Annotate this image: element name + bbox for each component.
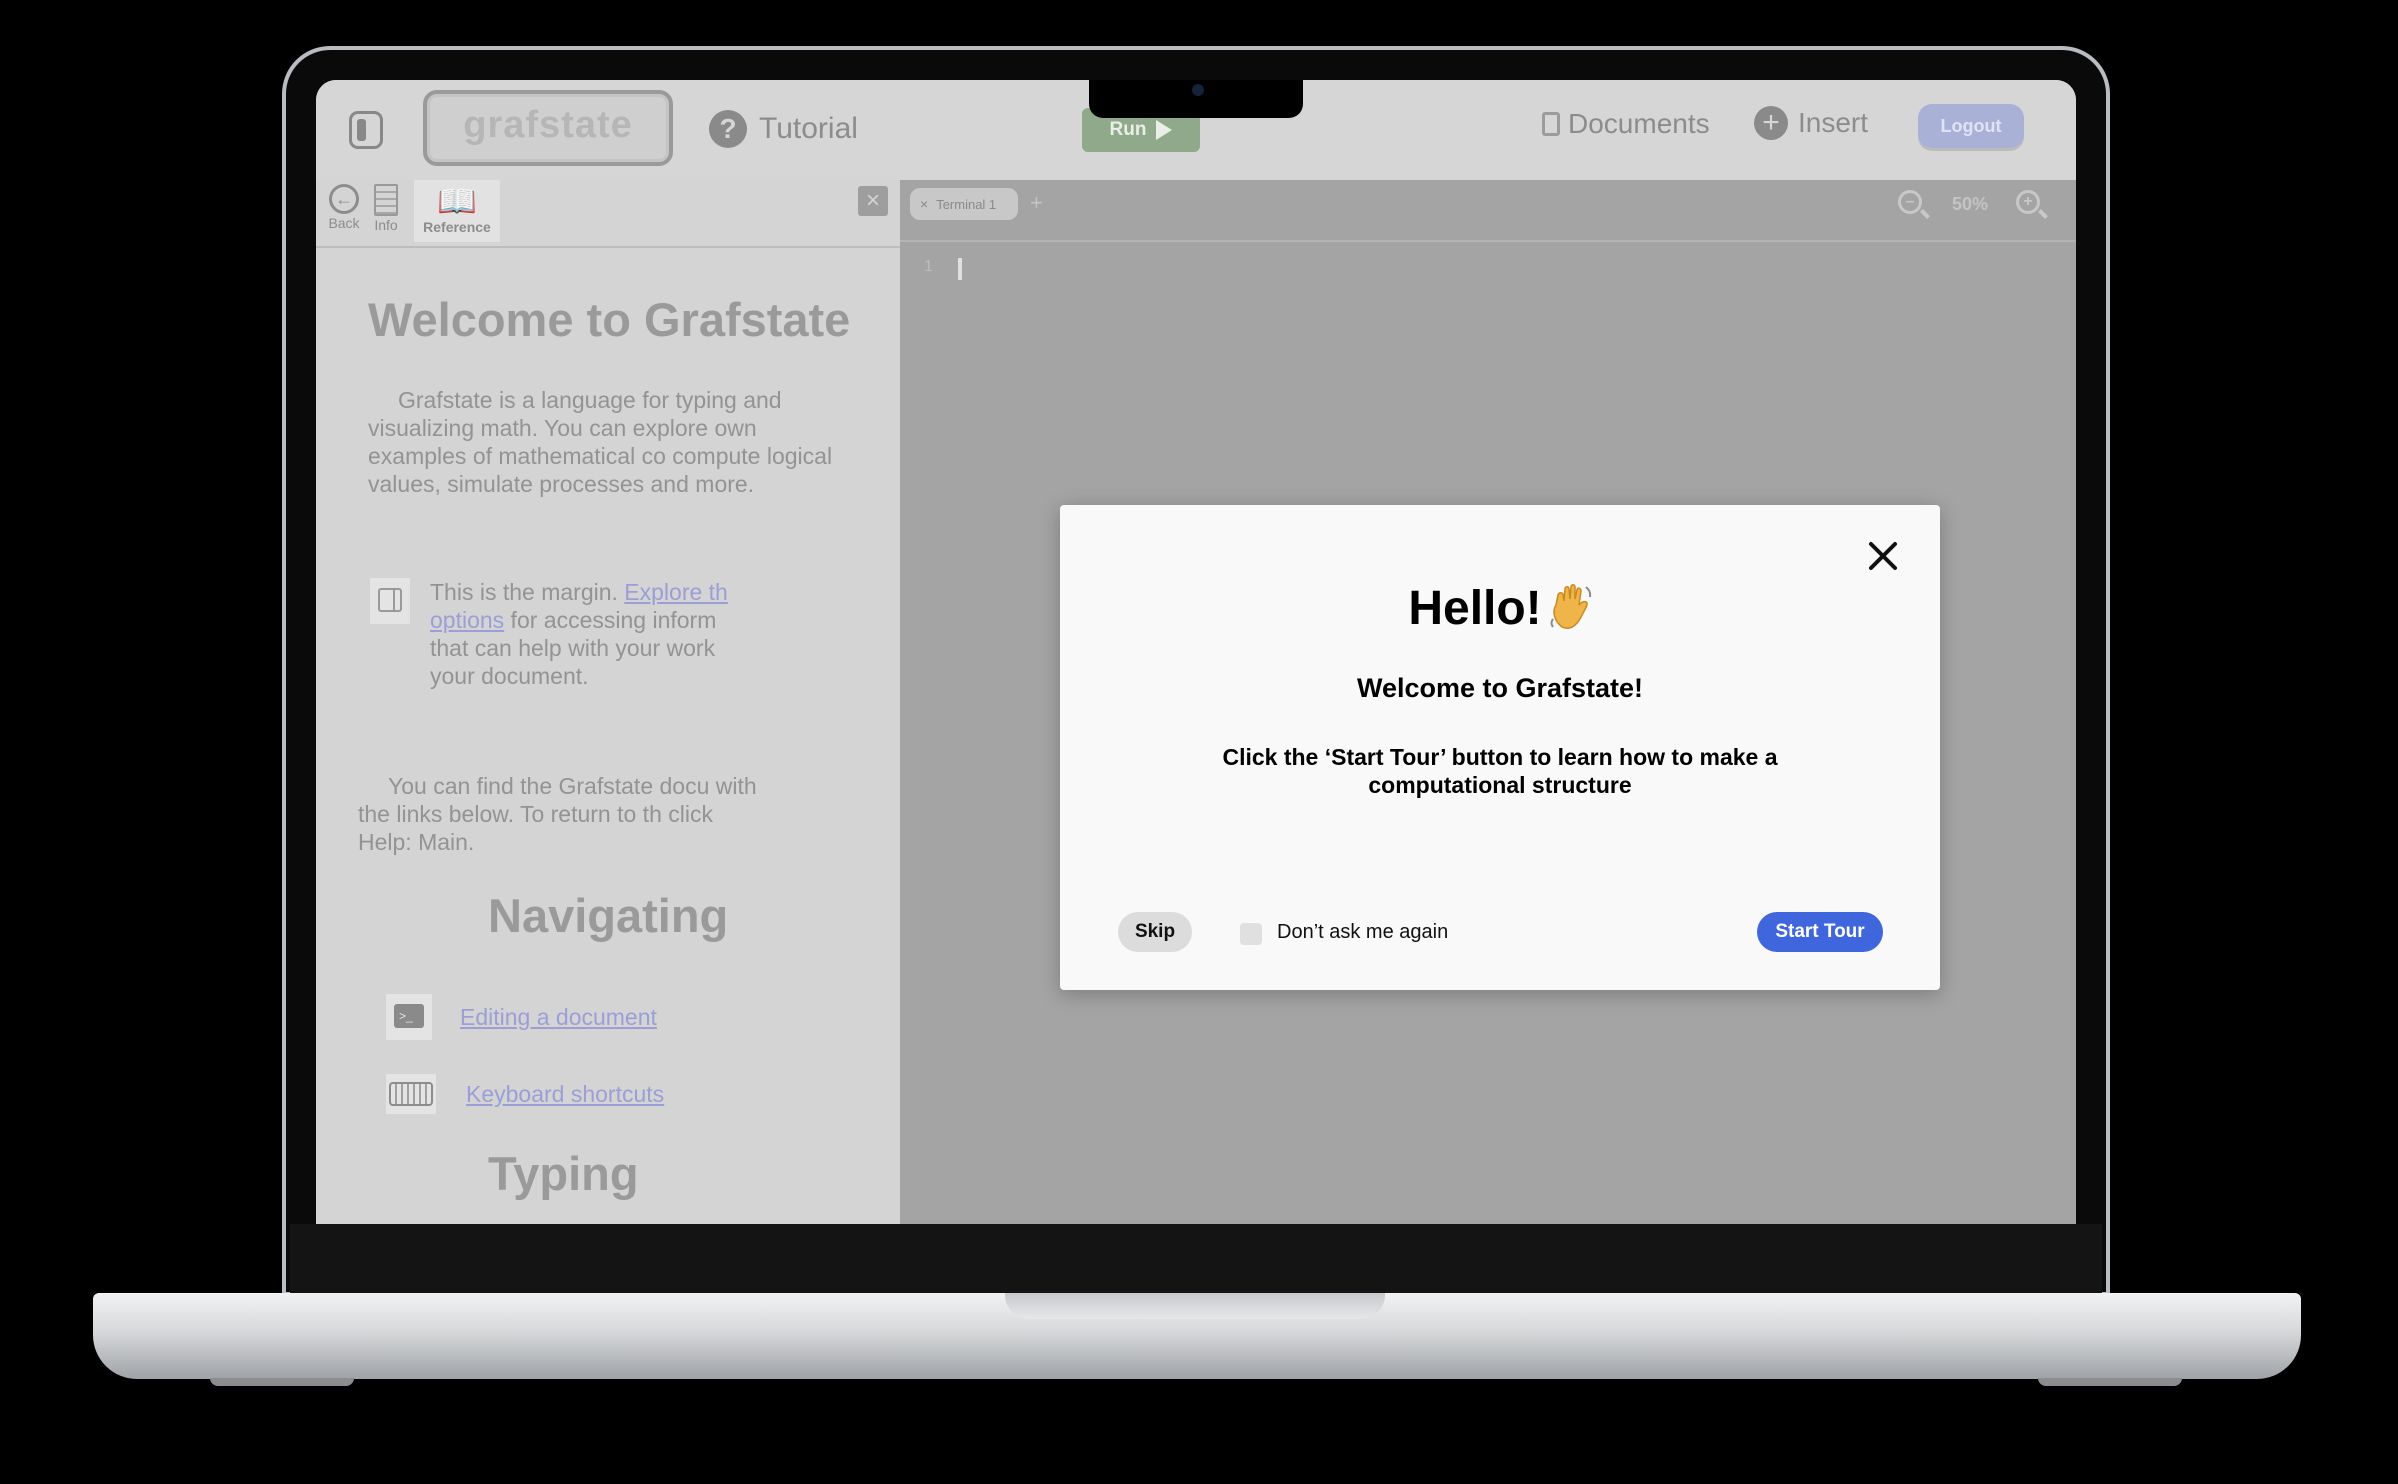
tutorial-label: Tutorial — [759, 112, 858, 145]
dialog-subtitle: Welcome to Grafstate! — [1356, 673, 1644, 703]
keyboard-shortcuts-link[interactable]: Keyboard shortcuts — [386, 1074, 664, 1114]
text-cursor — [958, 258, 962, 280]
laptop-foot — [210, 1378, 354, 1386]
tab-terminal-1[interactable]: × Terminal 1 — [910, 188, 1018, 220]
margin-icon — [370, 578, 410, 624]
editing-document-link[interactable]: >_ Editing a document — [386, 994, 657, 1040]
laptop-hinge — [1005, 1293, 1385, 1319]
tab-close-icon[interactable]: × — [920, 196, 928, 212]
close-icon[interactable]: × — [858, 186, 888, 216]
add-tab-button[interactable]: + — [1030, 190, 1043, 216]
zoom-out-button[interactable]: – — [1898, 190, 1922, 214]
back-label: Back — [328, 215, 360, 231]
laptop-foot — [2038, 1378, 2182, 1386]
sidebar-toggle-icon[interactable] — [349, 111, 383, 149]
wave-icon — [1550, 584, 1592, 629]
dont-ask-checkbox[interactable] — [1240, 923, 1262, 945]
info-button[interactable]: Info — [368, 184, 404, 233]
zoom-in-button[interactable]: + — [2016, 190, 2040, 214]
help-paragraph: You can find the Grafstate docu with the… — [358, 773, 757, 855]
laptop-chin — [290, 1224, 2102, 1294]
dont-ask-label[interactable]: Don’t ask me again — [1277, 921, 1448, 944]
help-icon: ? — [709, 110, 747, 148]
dialog-title: Hello! — [1060, 581, 1940, 636]
tab-label: Terminal 1 — [936, 196, 997, 212]
explore-link[interactable]: Explore th — [624, 579, 728, 605]
run-label: Run — [1109, 119, 1147, 140]
options-link[interactable]: options — [430, 607, 504, 633]
intro-paragraph: Grafstate is a language for typing and v… — [368, 387, 833, 497]
keyboard-shortcuts-label: Keyboard shortcuts — [466, 1080, 665, 1107]
documents-button[interactable]: Documents — [1542, 108, 1710, 140]
panel-content: Welcome to Grafstate Grafstate is a lang… — [316, 248, 900, 1224]
logo-text: grafstate — [463, 104, 633, 146]
margin-text: This is the margin. — [430, 579, 625, 605]
typing-heading: Typing — [488, 1147, 639, 1200]
screen: grafstate ? Tutorial Run Documents + Ins… — [316, 80, 2076, 1224]
close-icon[interactable] — [1864, 537, 1902, 575]
reference-label: Reference — [423, 219, 491, 235]
info-label: Info — [374, 217, 398, 233]
documents-label: Documents — [1568, 108, 1710, 139]
logout-button[interactable]: Logout — [1918, 104, 2024, 148]
skip-button[interactable]: Skip — [1118, 912, 1192, 952]
camera-icon — [1192, 84, 1204, 96]
reference-panel: ← Back Info 📖 Reference × Welcome to Gra… — [316, 180, 900, 1224]
dialog-title-text: Hello! — [1408, 582, 1542, 635]
panel-toolbar: ← Back Info 📖 Reference × — [316, 180, 900, 248]
editor-tab-bar: × Terminal 1 + – 50% + — [900, 180, 2076, 242]
welcome-heading: Welcome to Grafstate — [368, 293, 851, 346]
insert-button[interactable]: + Insert — [1754, 106, 1868, 140]
insert-label: Insert — [1798, 107, 1869, 138]
play-icon — [1156, 120, 1173, 140]
welcome-dialog: Hello! Welcome to Grafstate! Click the ‘… — [1060, 505, 1940, 990]
back-button[interactable]: ← Back — [324, 184, 364, 231]
navigating-heading: Navigating — [488, 889, 729, 942]
zoom-in-icon: + — [2016, 190, 2040, 214]
logo[interactable]: grafstate — [423, 90, 673, 166]
page-icon — [374, 184, 398, 216]
zoom-level: 50% — [1952, 194, 1989, 214]
plus-icon: + — [1754, 106, 1788, 140]
reference-button[interactable]: 📖 Reference — [414, 180, 500, 242]
zoom-out-icon: – — [1898, 190, 1922, 214]
back-icon: ← — [329, 184, 359, 214]
terminal-icon: >_ — [386, 994, 432, 1040]
tutorial-button[interactable]: ? Tutorial — [709, 104, 858, 154]
start-tour-button[interactable]: Start Tour — [1757, 912, 1883, 952]
margin-paragraph: This is the margin. Explore th options f… — [430, 578, 760, 690]
editing-document-label: Editing a document — [460, 1003, 657, 1030]
dialog-instruction: Click the ‘Start Tour’ button to learn h… — [1222, 744, 1778, 798]
keyboard-icon — [386, 1074, 436, 1114]
book-icon: 📖 — [437, 183, 477, 219]
line-number: 1 — [924, 258, 933, 275]
document-icon — [1542, 112, 1560, 136]
